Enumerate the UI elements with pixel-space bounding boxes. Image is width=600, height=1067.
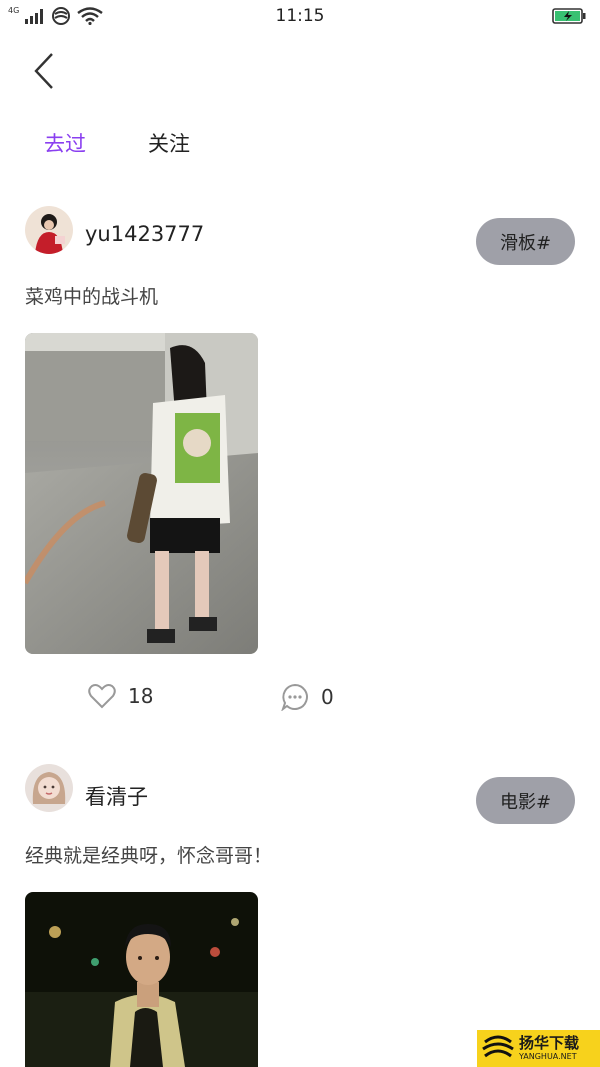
like-stat[interactable]: 18 <box>88 683 153 709</box>
username[interactable]: yu1423777 <box>85 222 204 246</box>
back-arrow-icon[interactable] <box>28 50 62 92</box>
avatar[interactable] <box>25 206 73 254</box>
comment-bubble-icon <box>281 683 308 711</box>
comment-stat[interactable]: 0 <box>281 683 334 711</box>
tab-visited[interactable]: 去过 <box>44 128 86 158</box>
watermark-url: YANGHUA.NET <box>519 1052 577 1061</box>
like-count: 18 <box>128 684 154 708</box>
avatar[interactable] <box>25 764 73 812</box>
status-bar: 4G 11:15 <box>0 0 600 34</box>
topic-tag[interactable]: 滑板# <box>476 218 575 265</box>
status-time: 11:15 <box>275 6 325 26</box>
heart-icon <box>88 684 116 709</box>
post-photo[interactable] <box>25 892 258 1067</box>
tab-following[interactable]: 关注 <box>148 128 190 158</box>
topic-tag[interactable]: 电影# <box>476 777 575 824</box>
watermark-swirl-icon <box>482 1035 514 1057</box>
post-text: 经典就是经典呀，怀念哥哥！ <box>25 845 273 867</box>
post-text: 菜鸡中的战斗机 <box>25 286 159 308</box>
tab-bar: 去过 关注 <box>44 128 190 158</box>
battery-charging-icon <box>552 8 586 24</box>
watermark-text: 扬华下载 <box>519 1034 580 1052</box>
username[interactable]: 看清子 <box>85 781 148 811</box>
post-photo[interactable] <box>25 333 258 654</box>
comment-count: 0 <box>321 685 334 709</box>
watermark-logo: 扬华下载 YANGHUA.NET <box>477 1030 600 1067</box>
